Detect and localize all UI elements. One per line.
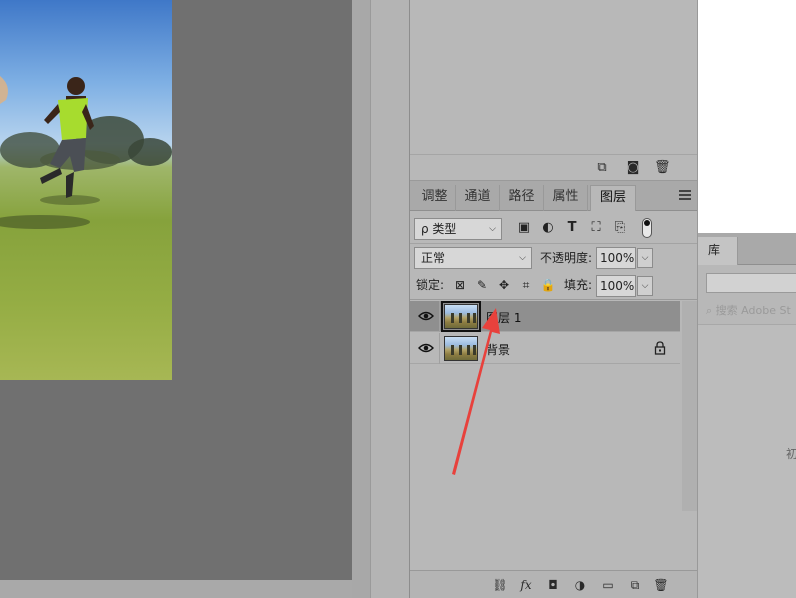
divider (439, 301, 440, 332)
lock-artboard-icon[interactable]: ⌗ (518, 276, 534, 294)
canvas-status-bar (0, 580, 370, 598)
collapsed-panel-dock[interactable] (370, 0, 410, 598)
trash-icon[interactable]: 🗑 (654, 160, 671, 176)
filter-kind-select[interactable]: ρ 类型 ⌵ (414, 218, 502, 240)
fx-icon[interactable]: fx (518, 577, 534, 593)
chevron-down-icon: ⌵ (489, 224, 496, 234)
lock-transparent-icon[interactable]: ⊠ (452, 276, 468, 294)
opacity-input[interactable]: 100% (596, 247, 636, 269)
upper-panel-toolbar: ⧉ ◙ 🗑 (410, 155, 697, 181)
fill-dropdown-icon[interactable]: ⌵ (637, 276, 653, 296)
new-group-icon[interactable]: ⧉ (594, 160, 610, 176)
layer-name[interactable]: 图层 1 (486, 309, 521, 326)
lock-all-icon[interactable]: 🔒 (540, 276, 556, 294)
library-panel: 库 ⌕ 搜索 Adobe St 初 (697, 0, 796, 598)
layers-scrollbar[interactable] (682, 301, 697, 511)
lock-label: 锁定: (416, 278, 445, 292)
tab-properties[interactable]: 属性 (544, 185, 588, 211)
blend-row: 正常 ⌵ 不透明度: 100% ⌵ (410, 245, 697, 271)
layer-thumbnail[interactable] (444, 336, 478, 361)
layers-bottom-toolbar: ⛓ fx ◘ ◑ ▭ ⧉ 🗑 (410, 570, 697, 598)
fill-input[interactable]: 100% (596, 275, 636, 297)
mask-icon[interactable]: ◘ (545, 577, 561, 593)
new-layer-icon[interactable]: ⧉ (627, 577, 643, 593)
library-tabbar: 库 (698, 233, 796, 265)
tab-paths[interactable]: 路径 (500, 185, 544, 211)
lock-icon[interactable] (654, 341, 666, 355)
tab-library[interactable]: 库 (698, 237, 738, 265)
search-icon: ⌕ (706, 304, 716, 317)
filter-toggle[interactable] (642, 218, 652, 238)
layers-panel: ⧉ ◙ 🗑 调整 通道 路径 属性 图层 ρ 类型 ⌵ ▣ ◐ T ⛶ ⎘ 正常… (410, 0, 697, 598)
tab-channels[interactable]: 通道 (456, 185, 500, 211)
opacity-label: 不透明度: (540, 251, 593, 265)
library-search[interactable]: ⌕ 搜索 Adobe St (706, 302, 796, 320)
eye-icon[interactable] (418, 342, 434, 354)
divider (439, 333, 440, 364)
library-hint-text: 初 (786, 447, 796, 461)
eye-icon[interactable] (418, 310, 434, 322)
photoshop-window: ⧉ ◙ 🗑 调整 通道 路径 属性 图层 ρ 类型 ⌵ ▣ ◐ T ⛶ ⎘ 正常… (0, 0, 796, 598)
opacity-dropdown-icon[interactable]: ⌵ (637, 248, 653, 268)
link-icon[interactable]: ⛓ (492, 577, 508, 593)
layer-name[interactable]: 背景 (486, 341, 510, 358)
blend-mode-label: 正常 (421, 251, 446, 265)
fill-value: 100% (600, 279, 635, 293)
library-select[interactable] (706, 273, 796, 293)
adjustment-icon[interactable]: ◑ (572, 577, 588, 593)
chevron-down-icon: ⌵ (519, 253, 526, 263)
lock-move-icon[interactable]: ✥ (496, 276, 512, 294)
layer-list: 图层 1 背景 (410, 301, 680, 501)
adjustment-filter-icon[interactable]: ◐ (540, 220, 556, 236)
opacity-value: 100% (600, 251, 635, 265)
library-tab-label: 库 (708, 243, 721, 257)
library-body (698, 324, 796, 598)
layer-row[interactable]: 图层 1 (410, 301, 680, 332)
document-preview-area (698, 0, 796, 233)
camera-icon[interactable]: ◙ (625, 160, 641, 176)
trash-icon[interactable]: 🗑 (653, 577, 669, 593)
upper-panel-body (410, 0, 697, 155)
panel-tabs: 调整 通道 路径 属性 图层 (410, 181, 697, 211)
tab-adjustments[interactable]: 调整 (414, 185, 456, 211)
lock-row: 锁定: ⊠ ✎ ✥ ⌗ 🔒 填充: 100% ⌵ (410, 272, 697, 300)
image-filter-icon[interactable]: ▣ (516, 220, 532, 236)
layer-thumbnail[interactable] (441, 301, 481, 332)
tab-layers[interactable]: 图层 (590, 185, 636, 211)
lock-brush-icon[interactable]: ✎ (474, 276, 490, 294)
folder-icon[interactable]: ▭ (600, 577, 616, 593)
fill-label: 填充: (564, 278, 593, 292)
smart-object-filter-icon[interactable]: ⎘ (612, 220, 628, 236)
shape-filter-icon[interactable]: ⛶ (588, 220, 604, 236)
layer-row[interactable]: 背景 (410, 333, 680, 364)
type-filter-icon[interactable]: T (564, 220, 580, 236)
canvas-photo (0, 0, 172, 380)
canvas-scrollbar[interactable] (352, 0, 370, 598)
layer-filter-row: ρ 类型 ⌵ ▣ ◐ T ⛶ ⎘ (410, 212, 697, 244)
blend-mode-select[interactable]: 正常 ⌵ (414, 247, 532, 269)
library-search-placeholder: 搜索 Adobe St (715, 304, 791, 317)
document-canvas[interactable] (0, 0, 352, 580)
panel-menu-icon[interactable] (679, 190, 691, 200)
filter-kind-label: ρ 类型 (421, 222, 457, 236)
